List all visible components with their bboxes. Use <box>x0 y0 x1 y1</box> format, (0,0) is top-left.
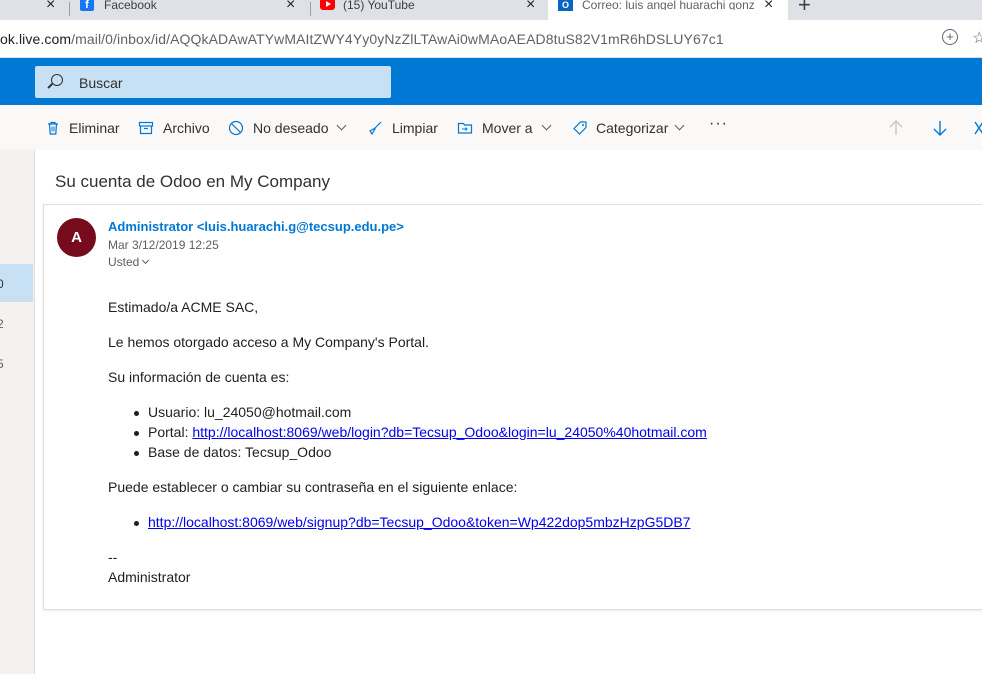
recipient-field[interactable]: Usted <box>108 255 150 269</box>
folder-count: 5 <box>0 357 4 371</box>
install-app-icon[interactable]: + <box>942 29 958 45</box>
browser-tab-strip: × f Facebook × (15) YouTube × O Correo: … <box>0 0 982 20</box>
outlook-header: Buscar <box>0 58 982 105</box>
youtube-icon <box>320 0 335 10</box>
trash-icon <box>48 121 58 135</box>
tab-outlook[interactable]: O Correo: luis angel huarachi gonz × <box>548 0 788 20</box>
tab-title: Correo: luis angel huarachi gonz <box>582 0 754 10</box>
more-actions-button[interactable]: ··· <box>709 115 728 133</box>
close-icon[interactable]: × <box>286 0 295 14</box>
folder-item[interactable]: 5 <box>0 344 33 382</box>
chevron-down-icon[interactable] <box>541 120 552 131</box>
recipient-label: Usted <box>108 255 140 269</box>
folder-item[interactable]: 2 <box>0 304 33 342</box>
search-box[interactable]: Buscar <box>35 66 391 98</box>
search-input[interactable]: Buscar <box>79 75 123 91</box>
tag-icon <box>573 121 587 135</box>
portal-link[interactable]: http://localhost:8069/web/login?db=Tecsu… <box>192 424 706 440</box>
greeting: Estimado/a ACME SAC, <box>108 299 259 315</box>
tab-facebook[interactable]: f Facebook × <box>72 0 302 20</box>
signature: Administrator <box>108 569 191 585</box>
chevron-down-icon <box>142 256 150 265</box>
tab-close-button[interactable]: × <box>40 0 60 20</box>
move-folder-icon <box>457 122 473 134</box>
folder-count: 0 <box>0 277 4 291</box>
search-icon <box>51 74 63 86</box>
portal-label: Portal: <box>148 424 193 440</box>
message-subject: Su cuenta de Odoo en My Company <box>55 172 330 191</box>
broom-icon <box>369 121 382 136</box>
junk-label: No deseado <box>253 120 329 136</box>
close-icon[interactable]: × <box>764 0 773 14</box>
categorize-label: Categorizar <box>596 120 669 136</box>
move-to-label: Mover a <box>482 120 533 136</box>
close-icon[interactable]: × <box>526 0 535 14</box>
arrow-up-icon[interactable] <box>888 119 904 137</box>
delete-label: Eliminar <box>69 120 120 136</box>
body-paragraph: Le hemos otorgado acceso a My Company's … <box>108 334 429 350</box>
archive-icon <box>138 121 154 135</box>
bookmark-star-icon[interactable]: ☆ <box>972 28 982 48</box>
command-bar: Eliminar Archivo No deseado Limpiar Move… <box>0 105 982 151</box>
folder-count: 2 <box>0 317 4 331</box>
arrow-down-icon[interactable] <box>932 119 948 137</box>
folder-item-inbox[interactable]: 0 <box>0 264 33 302</box>
archive-label: Archivo <box>163 120 210 136</box>
url-text[interactable]: ok.live.com/mail/0/inbox/id/AQQkADAwATYw… <box>0 31 724 47</box>
close-icon[interactable]: × <box>46 0 55 14</box>
list-item: Portal: http://localhost:8069/web/login?… <box>134 424 707 440</box>
url-path: /mail/0/inbox/id/AQQkADAwATYwMAItZWY4Yy0… <box>71 31 724 47</box>
body-paragraph: Puede establecer o cambiar su contraseña… <box>108 479 518 495</box>
outlook-icon: O <box>558 0 573 11</box>
chevron-down-icon[interactable] <box>336 120 347 131</box>
facebook-icon: f <box>80 0 94 11</box>
new-tab-button[interactable]: + <box>798 0 811 16</box>
url-host: ok.live.com <box>0 31 72 47</box>
message-card: A Administrator <luis.huarachi.g@tecsup.… <box>43 204 982 610</box>
signup-link[interactable]: http://localhost:8069/web/signup?db=Tecs… <box>148 514 690 530</box>
sweep-label: Limpiar <box>392 120 438 136</box>
list-item: Usuario: lu_24050@hotmail.com <box>133 404 352 420</box>
avatar[interactable]: A <box>57 218 96 257</box>
sender-name[interactable]: Administrator <luis.huarachi.g@tecsup.ed… <box>108 219 404 234</box>
close-icon[interactable] <box>974 121 982 135</box>
message-date: Mar 3/12/2019 12:25 <box>108 238 219 252</box>
body-paragraph: Su información de cuenta es: <box>108 369 290 385</box>
block-icon <box>228 120 244 136</box>
tab-title: Facebook <box>104 0 157 12</box>
address-bar[interactable]: ok.live.com/mail/0/inbox/id/AQQkADAwATYw… <box>0 20 982 58</box>
list-item: http://localhost:8069/web/signup?db=Tecs… <box>133 514 690 530</box>
tab-title: (15) YouTube <box>343 0 415 12</box>
tab-youtube[interactable]: (15) YouTube × <box>312 0 544 20</box>
tab-separator <box>69 2 70 16</box>
signature-separator: -- <box>108 549 118 565</box>
more-icon: ··· <box>709 115 728 132</box>
tab-separator <box>310 2 311 16</box>
list-item: Base de datos: Tecsup_Odoo <box>133 444 332 460</box>
reading-pane: Su cuenta de Odoo en My Company A Admini… <box>35 150 982 674</box>
chevron-down-icon[interactable] <box>674 120 685 131</box>
folder-pane: 0 2 5 <box>0 150 35 674</box>
